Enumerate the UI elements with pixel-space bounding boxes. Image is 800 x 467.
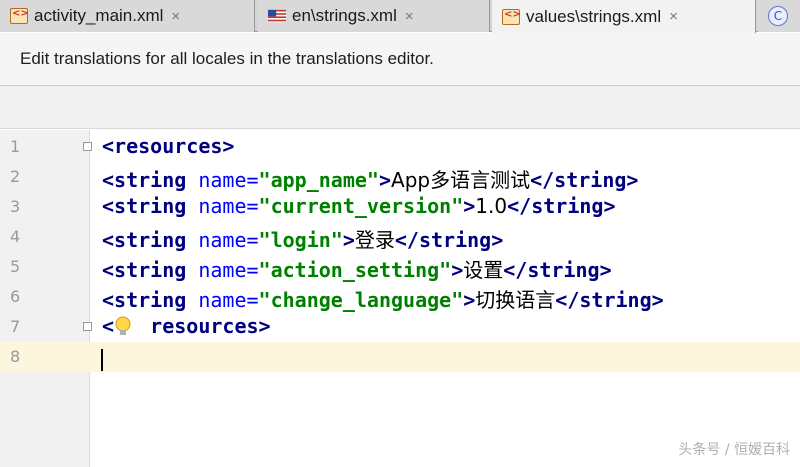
- token-val: "action_setting": [258, 258, 452, 282]
- token-txt: 设置: [463, 258, 504, 282]
- fold-marker-icon[interactable]: [83, 322, 92, 331]
- line-number: 1: [10, 137, 21, 156]
- token-tag: <string: [102, 194, 199, 218]
- token-tag: resources>: [114, 314, 271, 338]
- text-caret: [101, 349, 103, 371]
- fold-marker-icon[interactable]: [83, 142, 92, 151]
- token-tag: >: [451, 258, 464, 282]
- token-val: "current_version": [258, 194, 464, 218]
- xml-file-icon: [502, 8, 521, 25]
- tab-label: en\strings.xml: [292, 6, 397, 25]
- code-line[interactable]: 8: [0, 342, 800, 372]
- token-tag: <string: [102, 288, 199, 312]
- line-number: 6: [10, 287, 21, 306]
- token-txt: 切换语言: [475, 288, 556, 312]
- line-number: 5: [10, 257, 21, 276]
- token-attr: name=: [198, 168, 259, 192]
- token-attr: name=: [198, 194, 259, 218]
- tab-class-file[interactable]: C: [758, 0, 800, 32]
- close-icon[interactable]: ×: [171, 8, 180, 25]
- token-attr: name=: [198, 288, 259, 312]
- class-icon: C: [768, 6, 788, 26]
- line-number: 4: [10, 227, 21, 246]
- token-tag: <string: [102, 228, 199, 252]
- code-line[interactable]: 2 <string name="app_name">App多语言测试</strin…: [0, 162, 800, 192]
- token-tag: <resources>: [102, 134, 235, 158]
- token-tag: </string>: [503, 258, 612, 282]
- token-tag: </string>: [530, 168, 639, 192]
- close-icon[interactable]: ×: [669, 8, 678, 25]
- token-tag: >: [378, 168, 392, 192]
- watermark: 头条号 / 恒嫒百科: [678, 442, 790, 458]
- token-tag: <: [102, 314, 115, 338]
- editor-breadcrumb-strip: [0, 86, 800, 129]
- code-text: <string name="login">登录</string>: [102, 224, 503, 253]
- translations-editor-notification[interactable]: Edit translations for all locales in the…: [0, 33, 800, 86]
- us-flag-icon: [268, 9, 286, 23]
- code-text: <resources>: [102, 134, 234, 158]
- code-line[interactable]: 3 <string name="current_version">1.0</str…: [0, 192, 800, 222]
- code-line[interactable]: 6 <string name="change_language">切换语言</st…: [0, 282, 800, 312]
- code-editor[interactable]: 1 <resources> 2 <string name="app_name">App…: [0, 130, 800, 467]
- token-attr: name=: [198, 228, 259, 252]
- token-val: "app_name": [258, 168, 379, 192]
- code-line[interactable]: 5 <string name="action_setting">设置</strin…: [0, 252, 800, 282]
- line-number: 2: [10, 167, 21, 186]
- token-val: "login": [258, 228, 343, 252]
- tab-values-strings[interactable]: values\strings.xml ×: [492, 0, 756, 33]
- xml-file-icon: [10, 8, 29, 24]
- code-line[interactable]: 1 <resources>: [0, 132, 800, 162]
- token-tag: </string>: [394, 228, 504, 252]
- token-tag: <string: [102, 258, 199, 282]
- code-text: <string name="app_name">App多语言测试</string…: [102, 164, 638, 193]
- token-tag: </string>: [507, 194, 616, 218]
- code-text: <string name="current_version">1.0</stri…: [102, 194, 615, 218]
- tab-activity-main[interactable]: activity_main.xml ×: [0, 0, 255, 32]
- code-line[interactable]: 4 <string name="login">登录</string>: [0, 222, 800, 252]
- token-tag: >: [342, 228, 355, 252]
- token-attr: name=: [198, 258, 259, 282]
- notification-text: Edit translations for all locales in the…: [20, 49, 434, 68]
- tab-en-strings[interactable]: en\strings.xml ×: [258, 0, 490, 32]
- token-tag: >: [463, 194, 476, 218]
- tab-label: activity_main.xml: [34, 6, 164, 25]
- token-txt: 登录: [354, 228, 395, 252]
- token-val: "change_language": [258, 288, 464, 312]
- token-txt: App多语言测试: [391, 168, 531, 192]
- lightbulb-icon[interactable]: [114, 315, 132, 339]
- code-text: <string name="change_language">切换语言</str…: [102, 284, 664, 313]
- token-tag: </string>: [555, 288, 664, 312]
- token-txt: 1.0: [475, 194, 508, 218]
- token-tag: <string: [102, 168, 199, 192]
- token-tag: >: [463, 288, 476, 312]
- line-number: 8: [10, 347, 21, 366]
- close-icon[interactable]: ×: [405, 8, 414, 25]
- line-number: 3: [10, 197, 21, 216]
- tab-label: values\strings.xml: [526, 6, 662, 26]
- code-text: <string name="action_setting">设置</string…: [102, 254, 612, 283]
- editor-tab-bar: activity_main.xml × en\strings.xml × val…: [0, 0, 800, 33]
- line-number: 7: [10, 317, 21, 336]
